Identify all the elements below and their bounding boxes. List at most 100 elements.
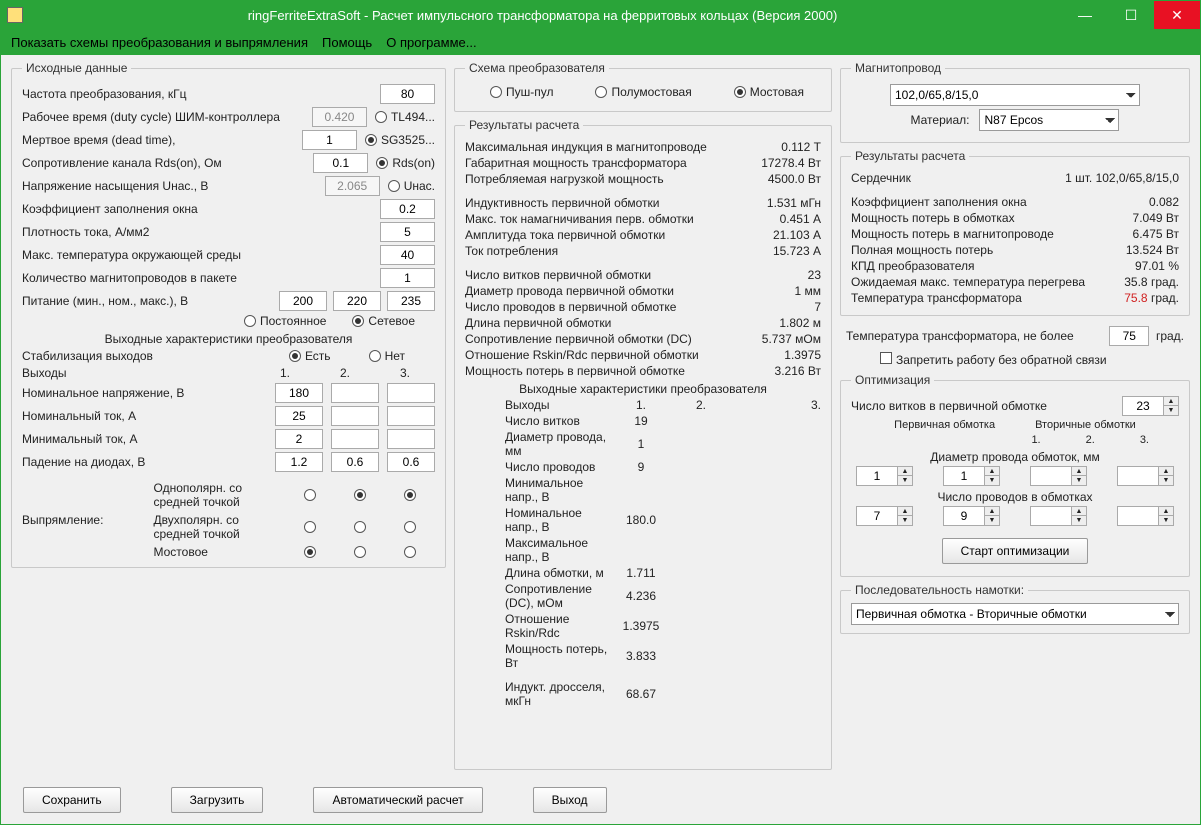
menu-help[interactable]: Помощь	[322, 35, 372, 50]
vdiode-3-input[interactable]	[387, 452, 435, 472]
density-input[interactable]	[380, 222, 435, 242]
exit-button[interactable]: Выход	[533, 787, 607, 813]
wires-sec1-spin[interactable]: ▲▼	[943, 506, 1000, 526]
wires-sec2-spin[interactable]: ▲▼	[1030, 506, 1087, 526]
rect-opt3-label: Мостовое	[154, 545, 286, 559]
ambtemp-label: Макс. температура окружающей среды	[22, 248, 380, 262]
inom-1-input[interactable]	[275, 406, 323, 426]
ambtemp-input[interactable]	[380, 245, 435, 265]
input-data-title: Исходные данные	[22, 61, 131, 75]
opt-title: Оптимизация	[851, 373, 934, 387]
app-window: ringFerriteExtraSoft - Расчет импульсног…	[0, 0, 1201, 825]
imin-3-input[interactable]	[387, 429, 435, 449]
up-icon[interactable]: ▲	[1164, 397, 1178, 406]
opt-turns-spin[interactable]: ▲▼	[1122, 396, 1179, 416]
radio-dc[interactable]: Постоянное	[244, 314, 326, 328]
power-min-input[interactable]	[279, 291, 327, 311]
footer: Сохранить Загрузить Автоматический расче…	[1, 776, 1200, 824]
diam-prim-spin[interactable]: ▲▼	[856, 466, 913, 486]
rect-1-2[interactable]	[354, 489, 366, 501]
down-icon[interactable]: ▼	[1164, 406, 1178, 415]
close-button[interactable]: ✕	[1154, 1, 1200, 29]
rect-2-2[interactable]	[354, 521, 366, 533]
dead-label: Мертвое время (dead time),	[22, 133, 302, 147]
vnom-2-input[interactable]	[331, 383, 379, 403]
rect-2-1[interactable]	[304, 521, 316, 533]
start-optimization-button[interactable]: Старт оптимизации	[942, 538, 1089, 564]
vnom-label: Номинальное напряжение, В	[22, 386, 275, 400]
core-title: Магнитопровод	[851, 61, 945, 75]
wires-prim-spin[interactable]: ▲▼	[856, 506, 913, 526]
radio-bridge[interactable]: Мостовая	[734, 85, 804, 99]
wires-sec3-spin[interactable]: ▲▼	[1117, 506, 1174, 526]
imin-1-input[interactable]	[275, 429, 323, 449]
menu-schemes[interactable]: Показать схемы преобразования и выпрямле…	[11, 35, 308, 50]
rds-input[interactable]	[313, 153, 368, 173]
vnom-3-input[interactable]	[387, 383, 435, 403]
temp-limit-label: Температура трансформатора, не более	[846, 329, 1074, 343]
input-data-group: Исходные данные Частота преобразования, …	[11, 61, 446, 568]
dead-input[interactable]	[302, 130, 357, 150]
opt-diam-label: Диаметр провода обмоток, мм	[851, 450, 1179, 464]
radio-pushpull[interactable]: Пуш-пул	[490, 85, 553, 99]
radio-tl494[interactable]: TL494...	[375, 110, 435, 124]
minimize-button[interactable]: —	[1062, 1, 1108, 29]
power-max-input[interactable]	[387, 291, 435, 311]
rect-3-1[interactable]	[304, 546, 316, 558]
no-feedback-checkbox[interactable]	[880, 352, 892, 364]
radio-stab-yes[interactable]: Есть	[289, 349, 331, 363]
maximize-button[interactable]: ☐	[1108, 1, 1154, 29]
results3-group: Результаты расчета Сердечник1 шт. 102,0/…	[840, 149, 1190, 316]
stab-label: Стабилизация выходов	[22, 349, 281, 363]
wind-order-group: Последовательность намотки: Первичная об…	[840, 583, 1190, 634]
imin-label: Минимальный ток, А	[22, 432, 275, 446]
rect-3-2[interactable]	[354, 546, 366, 558]
menubar: Показать схемы преобразования и выпрямле…	[1, 29, 1200, 55]
diam-sec1-spin[interactable]: ▲▼	[943, 466, 1000, 486]
duty-input	[312, 107, 367, 127]
no-feedback-label: Запретить работу без обратной связи	[896, 353, 1107, 367]
freq-label: Частота преобразования, кГц	[22, 87, 380, 101]
vdiode-1-input[interactable]	[275, 452, 323, 472]
vnom-1-input[interactable]	[275, 383, 323, 403]
outputs-label: Выходы	[22, 366, 255, 380]
wind-order-select[interactable]: Первичная обмотка - Вторичные обмотки	[851, 603, 1179, 625]
load-button[interactable]: Загрузить	[171, 787, 264, 813]
optimization-group: Оптимизация Число витков в первичной обм…	[840, 373, 1190, 577]
fill-input[interactable]	[380, 199, 435, 219]
rect-3-3[interactable]	[404, 546, 416, 558]
menu-about[interactable]: О программе...	[386, 35, 476, 50]
radio-usat[interactable]: Uнас.	[388, 179, 435, 193]
radio-rds[interactable]: Rds(on)	[376, 156, 435, 170]
cores-label: Количество магнитопроводов в пакете	[22, 271, 380, 285]
radio-halfbridge[interactable]: Полумостовая	[595, 85, 691, 99]
rect-opt2-label: Двухполярн. со средней точкой	[154, 513, 286, 541]
rect-1-3[interactable]	[404, 489, 416, 501]
imin-2-input[interactable]	[331, 429, 379, 449]
inom-2-input[interactable]	[331, 406, 379, 426]
rect-1-1[interactable]	[304, 489, 316, 501]
results-title: Результаты расчета	[465, 118, 583, 132]
rect-opt1-label: Однополярн. со средней точкой	[154, 481, 286, 509]
radio-stab-no[interactable]: Нет	[369, 349, 405, 363]
opt-turns-label: Число витков в первичной обмотке	[851, 399, 1047, 413]
save-button[interactable]: Сохранить	[23, 787, 121, 813]
core-size-select[interactable]: 102,0/65,8/15,0	[890, 84, 1140, 106]
material-select[interactable]: N87 Epcos	[979, 109, 1119, 131]
inom-3-input[interactable]	[387, 406, 435, 426]
window-title: ringFerriteExtraSoft - Расчет импульсног…	[23, 8, 1062, 23]
radio-ac[interactable]: Сетевое	[352, 314, 415, 328]
radio-sg3525[interactable]: SG3525...	[365, 133, 435, 147]
diam-sec3-spin[interactable]: ▲▼	[1117, 466, 1174, 486]
seq-label: Последовательность намотки:	[851, 583, 1028, 597]
temp-limit-input[interactable]	[1109, 326, 1149, 346]
inom-label: Номинальный ток, А	[22, 409, 275, 423]
freq-input[interactable]	[380, 84, 435, 104]
vdiode-2-input[interactable]	[331, 452, 379, 472]
scheme-group: Схема преобразователя Пуш-пул Полумостов…	[454, 61, 832, 112]
rect-2-3[interactable]	[404, 521, 416, 533]
diam-sec2-spin[interactable]: ▲▼	[1030, 466, 1087, 486]
auto-calc-button[interactable]: Автоматический расчет	[313, 787, 482, 813]
power-nom-input[interactable]	[333, 291, 381, 311]
cores-input[interactable]	[380, 268, 435, 288]
